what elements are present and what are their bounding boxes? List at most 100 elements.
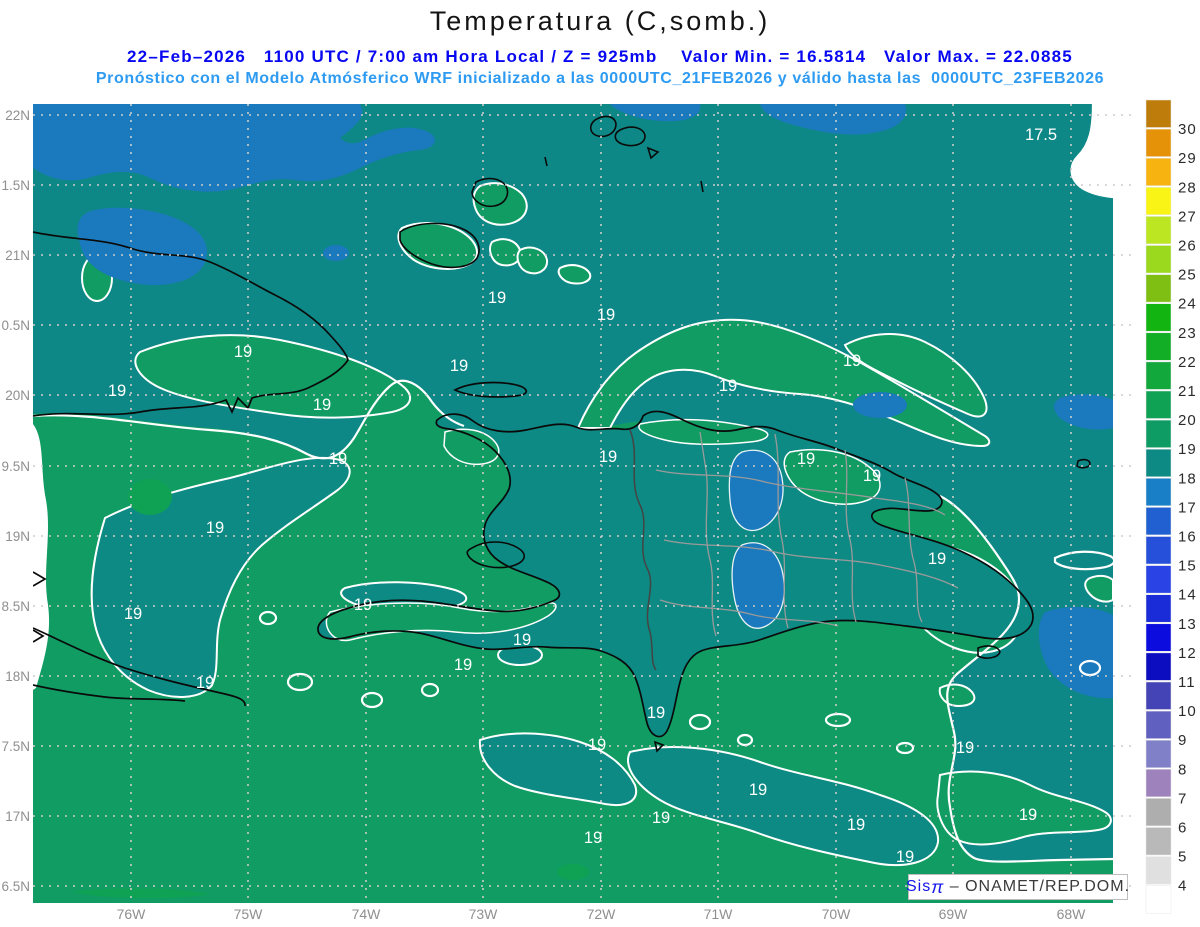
page-title: Temperatura (C,somb.) bbox=[429, 6, 771, 36]
y-axis-label: 8.5N bbox=[1, 599, 30, 614]
x-axis-label: 75W bbox=[234, 906, 264, 922]
contour-value-label: 17.5 bbox=[1025, 126, 1057, 144]
colorbar-tick-label: 14 bbox=[1178, 587, 1197, 604]
colorbar-tick-label: 20 bbox=[1178, 412, 1197, 429]
colorbar-segment bbox=[1145, 681, 1172, 710]
contour-value-label: 19 bbox=[647, 704, 665, 722]
y-axis-label: 1.5N bbox=[1, 178, 30, 193]
contour-value-label: 19 bbox=[450, 357, 468, 375]
x-axis-label: 70W bbox=[822, 906, 852, 922]
contour-value-label: 19 bbox=[652, 809, 670, 827]
colorbar-segment bbox=[1145, 361, 1172, 390]
colorbar-tick-label: 21 bbox=[1178, 383, 1197, 400]
colorbar-tick-label: 12 bbox=[1178, 645, 1197, 662]
colorbar-segment bbox=[1145, 157, 1172, 186]
y-axis-label: 19N bbox=[5, 529, 30, 544]
y-axis-label: 22N bbox=[5, 108, 30, 123]
colorbar-tick-label: 29 bbox=[1178, 150, 1197, 167]
colorbar-segment bbox=[1145, 274, 1172, 303]
colorbar-segment bbox=[1145, 128, 1172, 157]
contour-value-label: 19 bbox=[354, 596, 372, 614]
colorbar-segment bbox=[1145, 594, 1172, 623]
colorbar-tick-label: 23 bbox=[1178, 325, 1197, 342]
colorbar-tick-label: 8 bbox=[1178, 761, 1187, 778]
colorbar-tick-label: 4 bbox=[1178, 878, 1187, 895]
x-axis-label: 72W bbox=[587, 906, 617, 922]
model-init-line: Pronóstico con el Modelo Atmósferico WRF… bbox=[95, 70, 1105, 87]
colorbar-tick-label: 26 bbox=[1178, 238, 1197, 255]
colorbar-segment bbox=[1145, 710, 1172, 739]
contour-value-label: 19 bbox=[797, 450, 815, 468]
x-axis-label: 68W bbox=[1057, 906, 1087, 922]
y-axis-label: 21N bbox=[5, 248, 30, 263]
y-axis-label: 7.5N bbox=[1, 739, 30, 754]
colorbar-segment bbox=[1145, 448, 1172, 477]
branding-sis: Sis bbox=[905, 878, 932, 895]
contour-value-label: 19 bbox=[719, 377, 737, 395]
colorbar-segment bbox=[1145, 478, 1172, 507]
colorbar-segment bbox=[1145, 536, 1172, 565]
y-axis-label: 20N bbox=[5, 388, 30, 403]
y-axis-label: 17N bbox=[5, 809, 30, 824]
contour-value-label: 19 bbox=[329, 450, 347, 468]
y-axis-label: 0.5N bbox=[1, 318, 30, 333]
colorbar-segment bbox=[1145, 187, 1172, 216]
x-axis-label: 74W bbox=[352, 906, 382, 922]
colorbar-segment bbox=[1145, 216, 1172, 245]
valid-time-line: 22–Feb–2026 1100 UTC / 7:00 am Hora Loca… bbox=[127, 47, 1073, 66]
colorbar-segment bbox=[1145, 856, 1172, 885]
colorbar-tick-label: 9 bbox=[1178, 732, 1187, 749]
y-axis-label: 18N bbox=[5, 669, 30, 684]
colorbar-tick-label: 22 bbox=[1178, 354, 1197, 371]
contour-value-label: 19 bbox=[313, 396, 331, 414]
colorbar-segment bbox=[1145, 885, 1172, 914]
x-axis-label: 69W bbox=[939, 906, 969, 922]
colorbar-tick-label: 30 bbox=[1178, 121, 1197, 138]
x-axis-label: 73W bbox=[469, 906, 499, 922]
colorbar-tick-label: 13 bbox=[1178, 616, 1197, 633]
colorbar-tick-label: 25 bbox=[1178, 267, 1197, 284]
colorbar-segment bbox=[1145, 99, 1172, 128]
y-axis-label: 6.5N bbox=[1, 879, 30, 894]
colorbar-tick-label: 27 bbox=[1178, 208, 1197, 225]
colorbar-segment bbox=[1145, 739, 1172, 768]
colorbar-segment bbox=[1145, 507, 1172, 536]
contour-value-label: 19 bbox=[588, 736, 606, 754]
contour-value-label: 19 bbox=[956, 739, 974, 757]
colorbar-tick-label: 10 bbox=[1178, 703, 1197, 720]
contour-value-label: 19 bbox=[863, 467, 881, 485]
contour-value-label: 19 bbox=[584, 829, 602, 847]
contour-value-label: 19 bbox=[124, 605, 142, 623]
colorbar-segment bbox=[1145, 332, 1172, 361]
contour-value-label: 19 bbox=[928, 550, 946, 568]
colorbar-segment bbox=[1145, 419, 1172, 448]
branding-pi-icon: π bbox=[931, 876, 945, 897]
colorbar-tick-label: 24 bbox=[1178, 296, 1197, 313]
colorbar-segment bbox=[1145, 390, 1172, 419]
branding-box: Sis π – ONAMET/REP.DOM. bbox=[905, 874, 1131, 900]
x-axis-label: 76W bbox=[117, 906, 147, 922]
contour-value-label: 19 bbox=[599, 448, 617, 466]
contour-value-label: 19 bbox=[597, 306, 615, 324]
colorbar-tick-label: 5 bbox=[1178, 849, 1187, 866]
weather-map-page: Temperatura (C,somb.) 22–Feb–2026 1100 U… bbox=[0, 0, 1200, 927]
colorbar-tick-label: 7 bbox=[1178, 790, 1187, 807]
branding-onamet: – ONAMET/REP.DOM. bbox=[944, 878, 1131, 895]
contour-value-label: 19 bbox=[513, 631, 531, 649]
colorbar-tick-label: 16 bbox=[1178, 529, 1197, 546]
colorbar-segment bbox=[1145, 652, 1172, 681]
contour-value-label: 19 bbox=[108, 382, 126, 400]
colorbar-segment bbox=[1145, 623, 1172, 652]
colorbar-tick-label: 19 bbox=[1178, 441, 1197, 458]
colorbar-segment bbox=[1145, 798, 1172, 827]
colorbar-tick-label: 11 bbox=[1178, 674, 1196, 691]
contour-value-label: 19 bbox=[896, 848, 914, 866]
colorbar-tick-label: 18 bbox=[1178, 470, 1197, 487]
colorbar-segment bbox=[1145, 769, 1172, 798]
colorbar-segment bbox=[1145, 827, 1172, 856]
contour-value-label: 19 bbox=[454, 656, 472, 674]
contour-value-label: 19 bbox=[749, 781, 767, 799]
colorbar-tick-label: 28 bbox=[1178, 179, 1197, 196]
y-axis-label: 9.5N bbox=[1, 459, 30, 474]
contour-value-label: 19 bbox=[206, 519, 224, 537]
